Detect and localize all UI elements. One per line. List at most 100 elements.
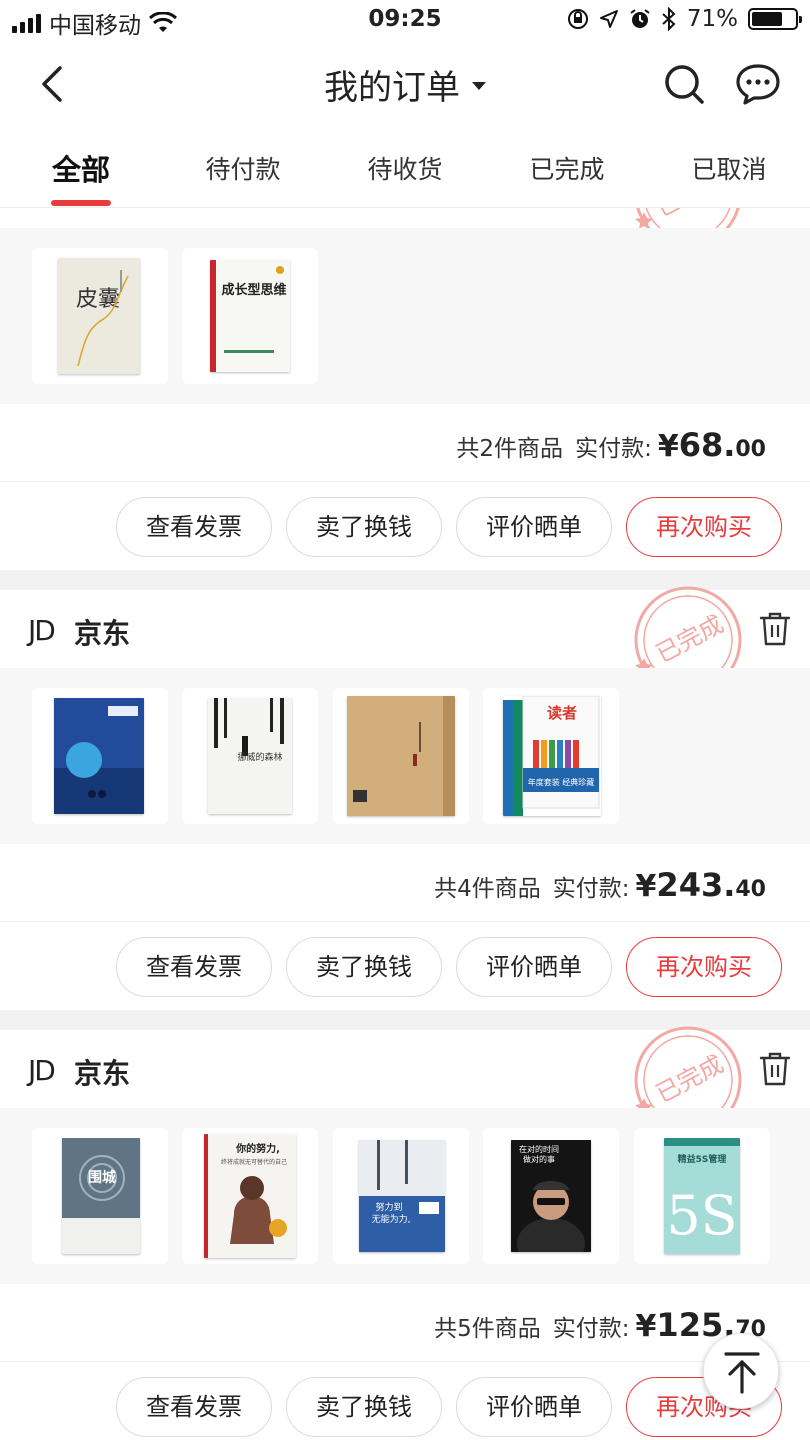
goods-strip[interactable]: 挪威的森林 读者 年度套装 经典珍藏	[0, 668, 810, 844]
status-bar: 中国移动 09:25 71%	[0, 0, 810, 42]
item-count: 共5件商品	[434, 1316, 541, 1342]
book-cover-art	[54, 698, 144, 814]
view-invoice-button[interactable]: 查看发票	[116, 937, 272, 997]
bluetooth-icon	[662, 7, 676, 31]
product-thumbnail[interactable]: 围城	[32, 1128, 168, 1264]
amount-integer: 68.	[678, 426, 736, 464]
alarm-icon	[630, 9, 650, 28]
tab-cancelled[interactable]: 已取消	[669, 150, 789, 186]
stamp-label: 已完成	[651, 610, 728, 669]
trash-icon[interactable]	[758, 1050, 792, 1088]
product-thumbnail[interactable]: 在对的时间 做对的事	[483, 1128, 619, 1264]
order-header: JD 京东 已完成	[0, 586, 810, 694]
chevron-down-icon	[472, 81, 486, 90]
stamp-label: 已完成	[651, 1050, 728, 1109]
book-cover	[54, 698, 144, 814]
buy-again-button[interactable]: 再次购买	[626, 937, 782, 997]
nav-bar: 我的订单	[0, 42, 810, 126]
product-thumbnail[interactable]: 读者 年度套装 经典珍藏	[483, 688, 619, 824]
book-cover: 读者 年度套装 经典珍藏	[503, 696, 601, 816]
product-thumbnail[interactable]: 皮囊	[32, 248, 168, 384]
book-title: 读者	[547, 704, 577, 722]
review-button[interactable]: 评价晒单	[456, 937, 612, 997]
book-cover: 在对的时间 做对的事	[511, 1140, 591, 1252]
item-count: 共2件商品	[456, 436, 564, 462]
book-cover-art: 你的努力, 终将成就无可替代的自己	[204, 1134, 287, 1258]
currency-symbol: ¥	[657, 429, 679, 464]
resell-button[interactable]: 卖了换钱	[286, 497, 442, 557]
back-to-top-button[interactable]	[703, 1333, 779, 1409]
currency-symbol: ¥	[635, 1309, 657, 1344]
arrow-up-icon	[724, 1352, 760, 1394]
amount-decimal: 00	[735, 437, 766, 462]
order-summary: 共2件商品 实付款: ¥68.00	[0, 404, 810, 482]
resell-button[interactable]: 卖了换钱	[286, 1377, 442, 1437]
product-thumbnail[interactable]	[333, 688, 469, 824]
book-title: 成长型思维	[221, 282, 286, 298]
message-icon[interactable]	[734, 60, 782, 108]
tab-pending-payment[interactable]: 待付款	[183, 150, 303, 186]
book-cover-art: 皮囊	[76, 270, 129, 367]
review-button[interactable]: 评价晒单	[456, 1377, 612, 1437]
book-cover-art	[347, 696, 455, 816]
tab-pending-receipt[interactable]: 待收货	[345, 150, 465, 186]
book-cover	[347, 696, 455, 816]
active-tab-indicator	[51, 200, 111, 206]
paid-label: 实付款:	[575, 436, 652, 462]
order-card[interactable]: JD 京东 已完成	[0, 1026, 810, 1440]
shop-name[interactable]: 京东	[74, 612, 130, 652]
view-invoice-button[interactable]: 查看发票	[116, 1377, 272, 1437]
battery-percent: 71%	[686, 6, 738, 32]
tab-all[interactable]: 全部	[21, 147, 141, 189]
book-cover: 努力到 无能为力,	[359, 1140, 445, 1252]
book-cover: 你的努力, 终将成就无可替代的自己	[204, 1134, 296, 1258]
trash-icon[interactable]	[758, 610, 792, 648]
product-thumbnail[interactable]: 你的努力, 终将成就无可替代的自己	[182, 1128, 318, 1264]
page-title-label: 我的订单	[324, 68, 460, 108]
book-subtitle: 年度套装 经典珍藏	[528, 777, 595, 787]
order-card[interactable]: JD 京东 已完成	[0, 586, 810, 1010]
book-cover-art: 在对的时间 做对的事	[511, 1140, 591, 1252]
currency-symbol: ¥	[635, 869, 657, 904]
book-cover: 皮囊	[58, 258, 140, 374]
book-cover: 成长型思维	[210, 260, 290, 372]
book-cover-art: 精益5S管理 5S	[664, 1138, 740, 1254]
jd-logo-icon: JD	[28, 614, 56, 647]
product-thumbnail[interactable]: 挪威的森林	[182, 688, 318, 824]
product-thumbnail[interactable]: 努力到 无能为力,	[333, 1128, 469, 1264]
product-thumbnail[interactable]	[32, 688, 168, 824]
battery-icon	[748, 8, 802, 30]
book-title: 挪威的森林	[237, 751, 282, 763]
book-cover-art: 读者 年度套装 经典珍藏	[503, 696, 600, 816]
goods-strip[interactable]: 围城 你的努力, 终将成就无可替代的自己 努力到 无能为力, 在对的时间 做对的…	[0, 1108, 810, 1284]
book-cover-art: 挪威的森林	[214, 698, 284, 763]
status-right: 71%	[567, 6, 802, 32]
book-title: 你的努力,	[235, 1142, 280, 1155]
shop-name[interactable]: 京东	[74, 1052, 130, 1092]
book-cover: 挪威的森林	[208, 698, 292, 814]
book-cover-art: 努力到 无能为力,	[359, 1140, 445, 1252]
order-card[interactable]: 已完成 皮囊 成长型思维	[0, 208, 810, 570]
tab-completed[interactable]: 已完成	[507, 150, 627, 186]
resell-button[interactable]: 卖了换钱	[286, 937, 442, 997]
goods-strip[interactable]: 皮囊 成长型思维	[0, 228, 810, 404]
book-subtitle: 做对的事	[523, 1154, 555, 1164]
location-icon	[599, 10, 618, 28]
book-title: 精益5S管理	[678, 1153, 727, 1165]
search-icon[interactable]	[660, 60, 708, 108]
order-actions: 查看发票 卖了换钱 评价晒单 再次购买	[0, 482, 810, 572]
buy-again-button[interactable]: 再次购买	[626, 497, 782, 557]
amount-integer: 243.	[656, 866, 736, 904]
book-subtitle: 5S	[666, 1184, 737, 1247]
product-thumbnail[interactable]: 精益5S管理 5S	[634, 1128, 770, 1264]
book-cover: 精益5S管理 5S	[664, 1138, 740, 1254]
order-tabs: 全部 待付款 待收货 已完成 已取消	[0, 126, 810, 208]
product-thumbnail[interactable]: 成长型思维	[182, 248, 318, 384]
book-cover-art: 围城	[62, 1138, 140, 1254]
order-header: JD 京东 已完成	[0, 1026, 810, 1134]
book-cover: 围城	[62, 1138, 140, 1254]
book-subtitle: 无能为力,	[372, 1213, 411, 1225]
review-button[interactable]: 评价晒单	[456, 497, 612, 557]
view-invoice-button[interactable]: 查看发票	[116, 497, 272, 557]
book-cover-art: 成长型思维	[210, 260, 287, 372]
